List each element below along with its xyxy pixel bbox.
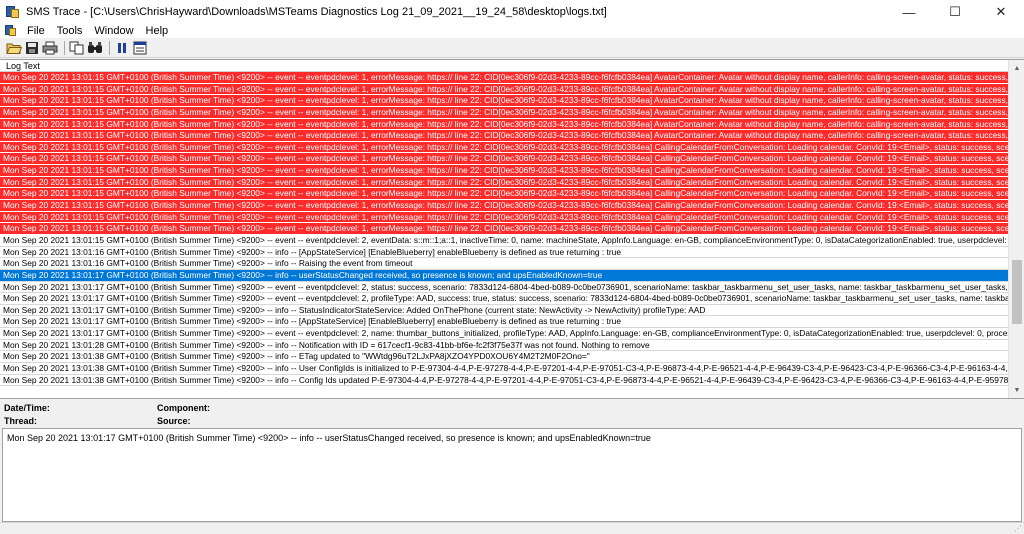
component-label: Component: <box>157 403 210 413</box>
scroll-thumb[interactable] <box>1012 260 1022 324</box>
menu-bar: File Tools Window Help <box>0 24 1024 38</box>
toolbar-separator <box>109 40 110 55</box>
log-row[interactable]: Mon Sep 20 2021 13:01:15 GMT+0100 (Briti… <box>0 200 1008 212</box>
copy-icon[interactable] <box>69 40 85 56</box>
log-row[interactable]: Mon Sep 20 2021 13:01:17 GMT+0100 (Briti… <box>0 282 1008 294</box>
menu-tools[interactable]: Tools <box>52 24 90 38</box>
sms-trace-app-icon <box>6 5 20 19</box>
save-icon[interactable] <box>24 40 40 56</box>
source-label: Source: <box>157 416 191 426</box>
scroll-down-icon[interactable]: ▼ <box>1009 382 1024 398</box>
menu-help[interactable]: Help <box>141 24 176 38</box>
log-row[interactable]: Mon Sep 20 2021 13:01:15 GMT+0100 (Briti… <box>0 165 1008 177</box>
menu-file[interactable]: File <box>22 24 52 38</box>
log-rows: Mon Sep 20 2021 13:01:15 GMT+0100 (Briti… <box>0 72 1008 398</box>
window-controls: — ☐ ✕ <box>886 0 1024 24</box>
log-row-selected[interactable]: Mon Sep 20 2021 13:01:17 GMT+0100 (Briti… <box>0 269 1008 282</box>
log-vertical-scrollbar[interactable]: ▲ ▼ <box>1008 60 1024 398</box>
toolbar <box>0 38 1024 58</box>
window-title: SMS Trace - [C:\Users\ChrisHayward\Downl… <box>26 6 607 18</box>
log-row[interactable]: Mon Sep 20 2021 13:01:15 GMT+0100 (Briti… <box>0 188 1008 201</box>
log-row[interactable]: Mon Sep 20 2021 13:01:17 GMT+0100 (Briti… <box>0 293 1008 305</box>
title-bar[interactable]: SMS Trace - [C:\Users\ChrisHayward\Downl… <box>0 0 1024 24</box>
log-row[interactable]: Mon Sep 20 2021 13:01:15 GMT+0100 (Briti… <box>0 83 1008 96</box>
log-row[interactable]: Mon Sep 20 2021 13:01:17 GMT+0100 (Briti… <box>0 305 1008 317</box>
log-row[interactable]: Mon Sep 20 2021 13:01:17 GMT+0100 (Briti… <box>0 328 1008 340</box>
log-row[interactable]: Mon Sep 20 2021 13:01:15 GMT+0100 (Briti… <box>0 141 1008 154</box>
log-row[interactable]: Mon Sep 20 2021 13:01:28 GMT+0100 (Briti… <box>0 340 1008 352</box>
log-row[interactable]: Mon Sep 20 2021 13:01:38 GMT+0100 (Briti… <box>0 375 1008 387</box>
log-row[interactable]: Mon Sep 20 2021 13:01:15 GMT+0100 (Briti… <box>0 211 1008 224</box>
log-row[interactable]: Mon Sep 20 2021 13:01:15 GMT+0100 (Briti… <box>0 106 1008 119</box>
log-row[interactable]: Mon Sep 20 2021 13:01:15 GMT+0100 (Briti… <box>0 72 1008 84</box>
resize-grip-icon[interactable]: ⋰ <box>1014 524 1022 533</box>
toolbar-separator <box>64 40 65 55</box>
log-row[interactable]: Mon Sep 20 2021 13:01:38 GMT+0100 (Briti… <box>0 351 1008 364</box>
message-text-pane[interactable]: Mon Sep 20 2021 13:01:17 GMT+0100 (Briti… <box>2 428 1022 522</box>
log-text-column-header[interactable]: Log Text <box>0 60 1008 72</box>
view-icon[interactable] <box>132 40 148 56</box>
log-row[interactable]: Mon Sep 20 2021 13:01:15 GMT+0100 (Briti… <box>0 95 1008 107</box>
minimize-button[interactable]: — <box>886 0 932 24</box>
log-row[interactable]: Mon Sep 20 2021 13:01:16 GMT+0100 (Briti… <box>0 247 1008 259</box>
log-row[interactable]: Mon Sep 20 2021 13:01:16 GMT+0100 (Briti… <box>0 258 1008 270</box>
print-icon[interactable] <box>42 40 58 56</box>
open-folder-icon[interactable] <box>6 40 22 56</box>
log-row[interactable]: Mon Sep 20 2021 13:01:38 GMT+0100 (Briti… <box>0 363 1008 375</box>
log-text-header-label: Log Text <box>6 61 40 71</box>
log-row[interactable]: Mon Sep 20 2021 13:01:15 GMT+0100 (Briti… <box>0 130 1008 142</box>
message-text: Mon Sep 20 2021 13:01:17 GMT+0100 (Briti… <box>7 433 651 443</box>
close-button[interactable]: ✕ <box>978 0 1024 24</box>
find-icon[interactable] <box>87 40 103 56</box>
log-row[interactable]: Mon Sep 20 2021 13:01:15 GMT+0100 (Briti… <box>0 235 1008 247</box>
scroll-up-icon[interactable]: ▲ <box>1009 60 1024 76</box>
details-pane: Date/Time: Component: Thread: Source: <box>0 400 1024 428</box>
thread-label: Thread: <box>4 416 38 426</box>
log-row[interactable]: Mon Sep 20 2021 13:01:17 GMT+0100 (Briti… <box>0 316 1008 329</box>
pause-icon[interactable] <box>114 40 130 56</box>
status-bar: ⋰ <box>0 522 1024 534</box>
log-row[interactable]: Mon Sep 20 2021 13:01:15 GMT+0100 (Briti… <box>0 176 1008 189</box>
log-row[interactable]: Mon Sep 20 2021 13:01:15 GMT+0100 (Briti… <box>0 223 1008 235</box>
document-window-icon[interactable] <box>5 25 17 37</box>
log-list-pane[interactable]: Log Text Mon Sep 20 2021 13:01:15 GMT+01… <box>0 59 1024 399</box>
log-row[interactable]: Mon Sep 20 2021 13:01:15 GMT+0100 (Briti… <box>0 118 1008 131</box>
maximize-button[interactable]: ☐ <box>932 0 978 24</box>
log-row[interactable]: Mon Sep 20 2021 13:01:15 GMT+0100 (Briti… <box>0 153 1008 166</box>
datetime-label: Date/Time: <box>4 403 50 413</box>
menu-window[interactable]: Window <box>89 24 140 38</box>
